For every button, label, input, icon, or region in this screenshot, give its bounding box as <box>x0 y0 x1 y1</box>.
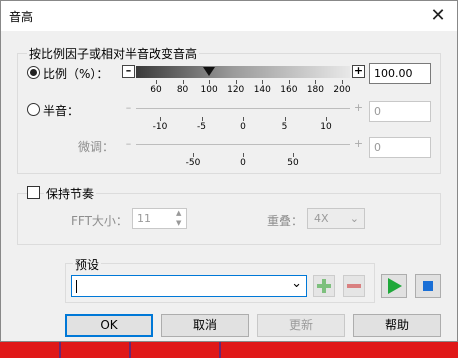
ratio-tick-label: 60 <box>150 85 162 95</box>
preset-label: 预设 <box>73 256 102 273</box>
ratio-radio[interactable] <box>27 66 40 79</box>
ratio-label: 比例（%）： <box>43 67 109 81</box>
ratio-tick <box>342 80 343 84</box>
fine-slider-track <box>136 144 350 145</box>
fft-spin-up-icon: ▲ <box>176 209 182 217</box>
ok-button[interactable]: OK <box>65 314 153 337</box>
semitone-tick <box>243 117 244 121</box>
fine-tick <box>293 153 294 157</box>
ratio-plus-button[interactable]: + <box>352 65 365 78</box>
semitone-tick-label: 10 <box>320 122 332 132</box>
overlap-value: 4X <box>314 212 329 225</box>
fine-tick-label: 50 <box>287 158 299 168</box>
semitone-slider: – + <box>122 102 365 116</box>
ratio-tick-label: 100 <box>200 85 218 95</box>
stop-button[interactable] <box>415 274 441 298</box>
fft-size-value: 11 <box>137 212 151 225</box>
ratio-tick <box>288 80 290 84</box>
ratio-tick <box>156 80 157 84</box>
fine-plus-button: + <box>353 137 364 150</box>
update-button: 更新 <box>257 314 345 337</box>
ratio-slider[interactable]: – + <box>122 65 365 79</box>
stop-icon <box>423 281 433 291</box>
help-button[interactable]: 帮助 <box>353 314 441 337</box>
keep-tempo-checkbox[interactable] <box>27 186 40 199</box>
semitone-tick-label: -5 <box>197 122 206 132</box>
ratio-tick <box>182 80 184 84</box>
fine-tick-label: 0 <box>240 158 246 168</box>
ratio-tick-label: 180 <box>306 85 325 95</box>
minus-icon <box>347 284 361 288</box>
semitone-tick <box>160 117 161 121</box>
close-icon[interactable]: ✕ <box>427 5 449 27</box>
dialog-title: 音高 <box>9 10 34 24</box>
chevron-down-icon: ⌄ <box>291 276 302 291</box>
ratio-minus-button[interactable]: – <box>122 65 135 78</box>
semitone-value-input: 0 <box>369 101 431 122</box>
semitone-minus-button: – <box>125 101 132 114</box>
overlap-select: 4X ⌄ <box>307 208 365 229</box>
semitone-tick <box>284 117 286 121</box>
fft-spin-down-icon: ▼ <box>176 219 182 227</box>
semitone-tick-label: 0 <box>240 122 246 132</box>
cancel-button[interactable]: 取消 <box>161 314 249 337</box>
ratio-tick <box>315 80 317 84</box>
semitone-plus-button: + <box>353 101 364 114</box>
fine-tick-label: -50 <box>185 158 201 168</box>
chevron-down-icon: ⌄ <box>349 212 359 225</box>
fine-tick <box>193 153 194 157</box>
keep-tempo-label: 保持节奏 <box>44 185 97 202</box>
ratio-tick <box>235 80 237 84</box>
play-icon <box>388 278 402 294</box>
fine-minus-button: – <box>125 137 132 150</box>
semitone-tick <box>326 117 327 121</box>
text-cursor <box>76 280 77 293</box>
ratio-tick <box>209 80 211 84</box>
ratio-tick-label: 140 <box>253 85 271 95</box>
semitone-tick <box>201 117 203 121</box>
pitch-group-title: 按比例因子或相对半音改变音高 <box>27 45 200 62</box>
semitone-tick-label: 5 <box>281 122 288 132</box>
fft-label: FFT大小： <box>71 214 128 228</box>
semitone-label: 半音： <box>43 104 80 118</box>
semitone-tick-label: -10 <box>152 122 168 132</box>
fine-label: 微调： <box>78 140 115 154</box>
preset-select[interactable]: ⌄ <box>71 275 307 297</box>
ratio-value-input[interactable]: 100.00 <box>369 63 431 84</box>
title-bar: 音高 ✕ <box>1 1 457 31</box>
ratio-tick-label: 80 <box>176 85 189 95</box>
ratio-tick-label: 160 <box>280 85 298 95</box>
ratio-tick <box>262 80 264 84</box>
ratio-tick-label: 200 <box>333 85 351 95</box>
fine-value-input: 0 <box>369 137 431 158</box>
play-button[interactable] <box>381 274 407 298</box>
fine-slider: – + <box>122 138 365 152</box>
ratio-tick-label: 120 <box>227 85 245 95</box>
semitone-radio[interactable] <box>27 103 40 116</box>
add-preset-button[interactable] <box>313 275 335 297</box>
ratio-slider-thumb[interactable] <box>203 67 215 77</box>
semitone-slider-track <box>136 108 350 109</box>
pitch-dialog: 音高 ✕ 按比例因子或相对半音改变音高 比例（%）： – + 60 80 100 12… <box>0 0 458 342</box>
ratio-slider-track <box>136 66 350 78</box>
fine-tick <box>243 153 244 157</box>
overlap-label: 重叠： <box>267 214 304 228</box>
remove-preset-button[interactable] <box>343 275 365 297</box>
plus-icon <box>317 279 331 293</box>
